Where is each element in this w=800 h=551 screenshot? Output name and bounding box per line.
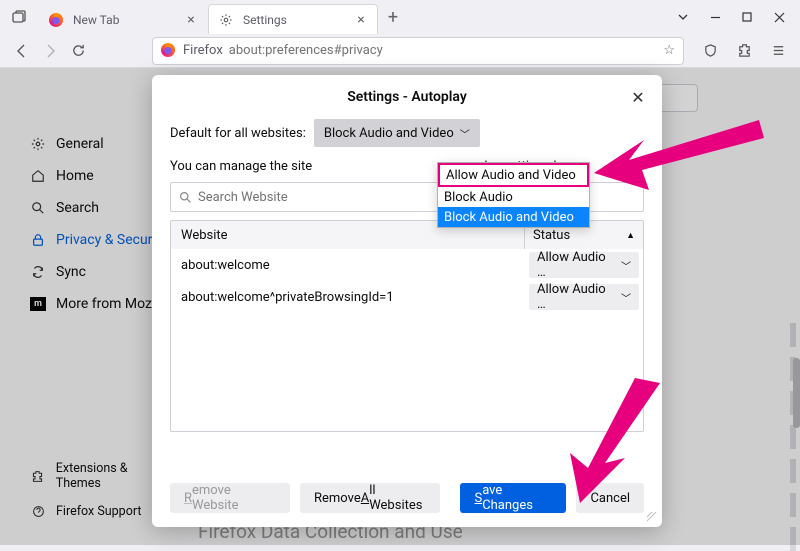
remove-website-button[interactable]: Remove Website [170, 483, 290, 513]
default-select[interactable]: Block Audio and Video ﹀ [314, 119, 480, 147]
forward-button[interactable] [36, 37, 64, 65]
tab-new-tab[interactable]: New Tab × [38, 4, 208, 34]
tab-strip: New Tab × Settings × + [0, 0, 408, 34]
tab-settings[interactable]: Settings × [208, 4, 378, 34]
chevron-down-icon: ﹀ [621, 258, 631, 273]
chevron-down-icon: ﹀ [460, 126, 470, 141]
sort-caret-icon: ▲ [626, 230, 635, 241]
nav-toolbar: Firefox about:preferences#privacy ☆ [0, 34, 800, 68]
extensions-icon[interactable] [730, 37, 758, 65]
row-status-select[interactable]: Allow Audio …﹀ [529, 284, 639, 310]
exceptions-table: Website Status▲ about:welcome Allow Audi… [170, 220, 644, 432]
url-prefix: Firefox [183, 43, 223, 58]
table-row[interactable]: about:welcome Allow Audio …﹀ [171, 249, 643, 281]
search-icon [179, 191, 192, 204]
back-button[interactable] [8, 37, 36, 65]
gear-icon [219, 12, 235, 28]
row-status-select[interactable]: Allow Audio …﹀ [529, 252, 639, 278]
default-label: Default for all websites: [170, 126, 306, 141]
save-changes-button[interactable]: Save Changes [460, 483, 566, 513]
select-value: Block Audio and Video [324, 126, 454, 141]
remove-all-button[interactable]: Remove All Websites [300, 483, 440, 513]
close-icon[interactable]: × [353, 12, 369, 28]
chevron-down-icon: ﹀ [621, 290, 631, 305]
cancel-button[interactable]: Cancel [576, 483, 644, 513]
tab-label: New Tab [73, 13, 183, 27]
dialog-close-button[interactable]: ✕ [628, 87, 648, 107]
shield-icon[interactable] [696, 37, 724, 65]
tab-label: Settings [243, 13, 353, 27]
resize-handle[interactable] [647, 512, 659, 524]
reload-button[interactable] [64, 37, 92, 65]
window-titlebar: New Tab × Settings × + [0, 0, 800, 34]
chevron-down-icon[interactable] [676, 10, 690, 24]
firefox-icon [161, 43, 177, 59]
url-text: about:preferences#privacy [229, 43, 664, 58]
autoplay-settings-dialog: Settings - Autoplay ✕ Default for all we… [152, 75, 662, 527]
close-icon[interactable]: × [183, 12, 199, 28]
workspaces-icon[interactable] [10, 8, 28, 26]
bookmark-star-icon[interactable]: ☆ [663, 43, 675, 58]
dropdown-option-allow[interactable]: Allow Audio and Video [438, 163, 589, 187]
cell-website: about:welcome^privateBrowsingId=1 [171, 290, 525, 305]
search-placeholder: Search Website [198, 190, 288, 205]
new-tab-button[interactable]: + [378, 7, 408, 28]
cell-website: about:welcome [171, 258, 525, 273]
url-bar[interactable]: Firefox about:preferences#privacy ☆ [152, 37, 684, 65]
dropdown-option-block-audio[interactable]: Block Audio [438, 187, 589, 207]
default-select-dropdown: Allow Audio and Video Block Audio Block … [437, 162, 590, 228]
dropdown-option-block-av[interactable]: Block Audio and Video [438, 207, 589, 227]
dialog-title: Settings - Autoplay [347, 89, 467, 105]
firefox-icon [49, 12, 65, 28]
maximize-button[interactable] [740, 10, 754, 24]
close-button[interactable] [772, 10, 786, 24]
minimize-button[interactable] [708, 10, 722, 24]
table-row[interactable]: about:welcome^privateBrowsingId=1 Allow … [171, 281, 643, 313]
app-menu-button[interactable] [764, 37, 792, 65]
window-controls [676, 10, 800, 24]
